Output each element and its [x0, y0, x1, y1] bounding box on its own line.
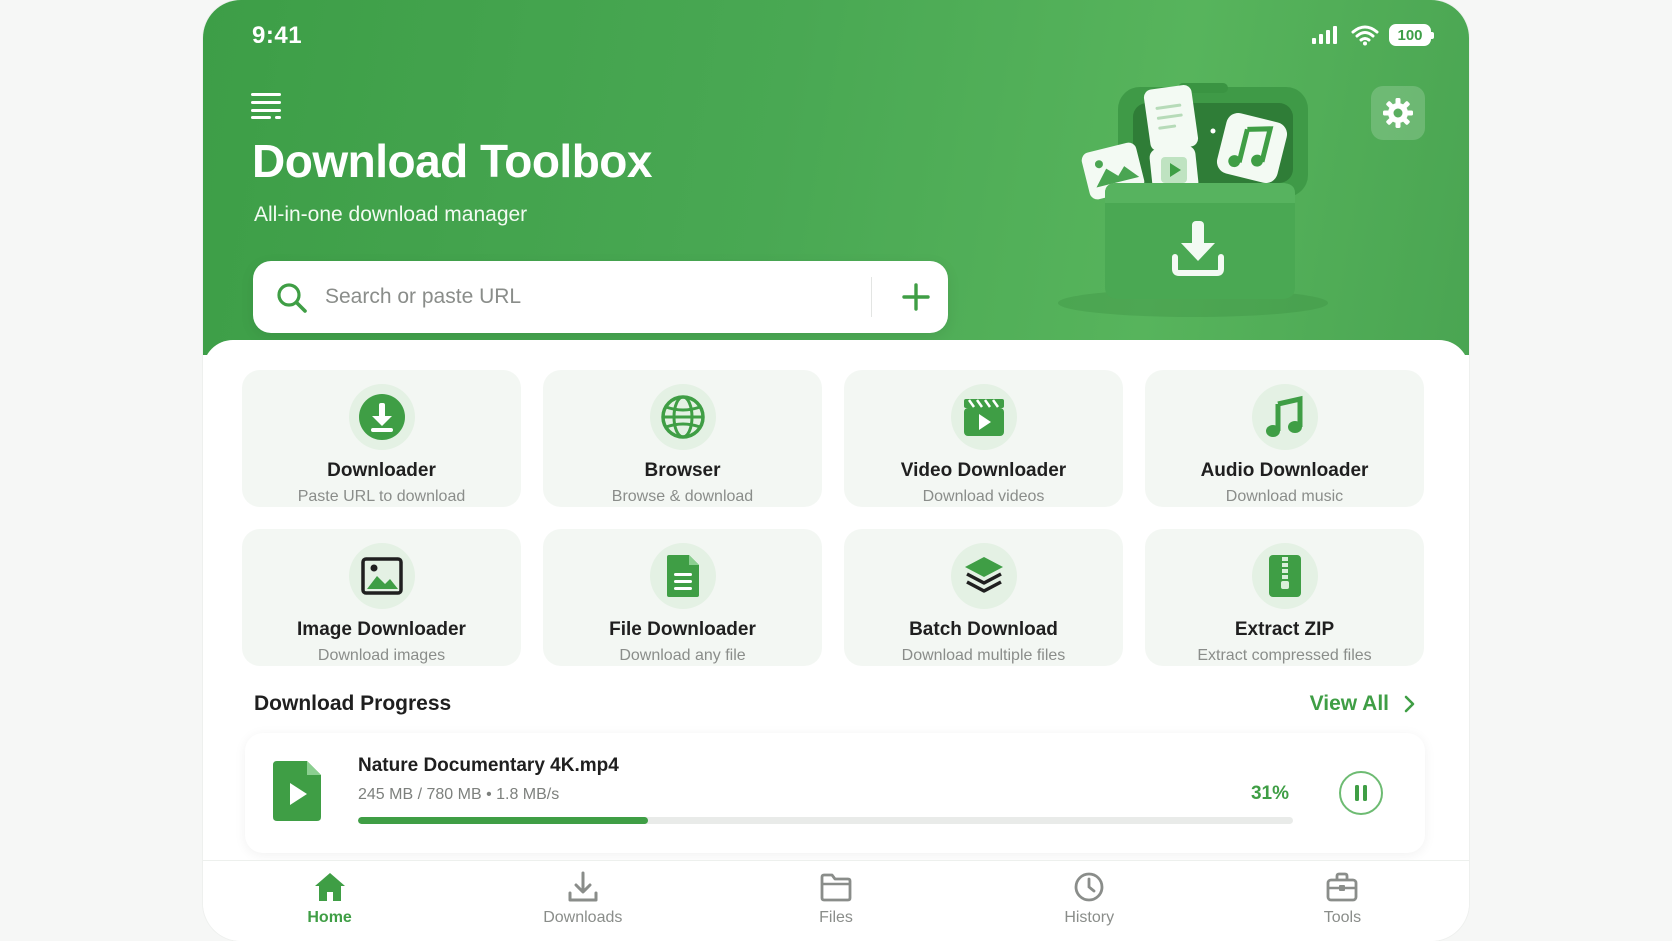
header: 9:41 100 Download Toolbox All-in-one dow…: [203, 0, 1469, 355]
tool-card-file-downloader[interactable]: File Downloader Download any file: [543, 529, 822, 666]
home-icon: [314, 873, 345, 901]
zip-icon: [1268, 555, 1301, 597]
signal-icon: [1312, 26, 1337, 44]
pause-icon: [1355, 785, 1367, 801]
tab-label: Tools: [1323, 909, 1362, 926]
card-icon-wrap: [950, 543, 1017, 609]
toolbox-illustration: [1058, 83, 1328, 317]
music-icon: [1265, 395, 1302, 437]
tool-card-batch-download[interactable]: Batch Download Download multiple files: [844, 529, 1123, 666]
card-title: Browser: [644, 460, 721, 481]
bottom-tab-bar: Home Downloads Files History Tools: [203, 860, 1469, 941]
tool-card-video-downloader[interactable]: Video Downloader Download videos: [844, 370, 1123, 507]
view-all-label: View All: [1309, 692, 1389, 715]
card-subtitle: Paste URL to download: [297, 488, 466, 505]
tab-label: History: [1064, 909, 1115, 926]
plus-icon: [901, 283, 930, 311]
battery-indicator: 100: [1389, 24, 1434, 46]
document-card-icon: [1143, 84, 1199, 152]
download-icon: [358, 394, 405, 440]
card-title: Batch Download: [909, 619, 1058, 640]
card-title: Downloader: [327, 460, 436, 481]
tab-label: Downloads: [543, 909, 623, 926]
pause-button[interactable]: [1339, 771, 1383, 815]
settings-button[interactable]: [1371, 86, 1425, 140]
card-icon-wrap: [348, 384, 415, 450]
card-subtitle: Download images: [317, 647, 446, 664]
wifi-icon: [1351, 25, 1379, 46]
search-bar: [253, 261, 948, 333]
tab-files[interactable]: Files: [709, 861, 962, 941]
tool-card-audio-downloader[interactable]: Audio Downloader Download music: [1145, 370, 1424, 507]
video-file-icon: [273, 761, 321, 821]
card-icon-wrap: [649, 543, 716, 609]
clock-icon: [1074, 872, 1104, 902]
chevron-right-icon: [1404, 695, 1415, 713]
layers-icon: [964, 557, 1003, 593]
page-title: Download Toolbox: [252, 135, 652, 187]
card-subtitle: Download videos: [922, 488, 1045, 505]
card-title: File Downloader: [609, 619, 756, 640]
card-subtitle: Extract compressed files: [1197, 647, 1372, 664]
card-icon-wrap: [1251, 384, 1318, 450]
main-content: Downloader Paste URL to download Browser…: [203, 340, 1469, 860]
globe-icon: [660, 395, 705, 439]
video-icon: [963, 399, 1004, 436]
tab-tools[interactable]: Tools: [1216, 861, 1469, 941]
card-subtitle: Download multiple files: [901, 647, 1066, 664]
add-url-button[interactable]: [883, 261, 948, 333]
tool-card-image-downloader[interactable]: Image Downloader Download images: [242, 529, 521, 666]
progress-fill: [358, 817, 648, 824]
progress-track: [358, 817, 1293, 824]
section-title-download-progress: Download Progress: [254, 692, 452, 715]
toolbox-icon: [1327, 872, 1358, 902]
folder-icon: [820, 873, 852, 902]
tab-home[interactable]: Home: [203, 861, 456, 941]
card-subtitle: Download any file: [619, 647, 746, 664]
download-item[interactable]: Nature Documentary 4K.mp4 245 MB / 780 M…: [245, 733, 1425, 853]
card-subtitle: Browse & download: [611, 488, 754, 505]
card-icon-wrap: [649, 384, 716, 450]
card-title: Image Downloader: [297, 619, 466, 640]
tab-history[interactable]: History: [963, 861, 1216, 941]
status-time: 9:41: [252, 22, 303, 49]
download-percent: 31%: [1250, 783, 1289, 804]
tool-card-extract-zip[interactable]: Extract ZIP Extract compressed files: [1145, 529, 1424, 666]
menu-button[interactable]: [249, 90, 285, 120]
search-input[interactable]: [325, 261, 855, 333]
download-tray-icon: [568, 871, 598, 902]
card-icon-wrap: [348, 543, 415, 609]
status-bar-icons: 100: [1311, 24, 1434, 46]
tool-card-browser[interactable]: Browser Browse & download: [543, 370, 822, 507]
image-icon: [360, 557, 403, 595]
view-all-link[interactable]: View All: [1310, 692, 1415, 716]
app-window: 9:41 100 Download Toolbox All-in-one dow…: [203, 0, 1469, 941]
search-icon: [277, 283, 307, 313]
card-icon-wrap: [950, 384, 1017, 450]
card-subtitle: Download music: [1225, 488, 1344, 505]
download-meta: 245 MB / 780 MB • 1.8 MB/s: [358, 786, 560, 803]
menu-icon: [251, 93, 281, 119]
page-subtitle: All-in-one download manager: [254, 203, 528, 226]
tab-downloads[interactable]: Downloads: [456, 861, 709, 941]
card-icon-wrap: [1251, 543, 1318, 609]
tool-card-downloader[interactable]: Downloader Paste URL to download: [242, 370, 521, 507]
tab-label: Files: [819, 909, 853, 926]
card-title: Audio Downloader: [1200, 460, 1369, 481]
tools-grid: Downloader Paste URL to download Browser…: [242, 370, 1426, 666]
card-title: Video Downloader: [900, 460, 1067, 481]
gear-icon: [1383, 98, 1413, 128]
search-divider: [871, 277, 872, 317]
tab-label: Home: [307, 909, 352, 926]
file-icon: [666, 555, 699, 597]
download-file-name: Nature Documentary 4K.mp4: [358, 755, 619, 776]
card-title: Extract ZIP: [1234, 619, 1335, 640]
